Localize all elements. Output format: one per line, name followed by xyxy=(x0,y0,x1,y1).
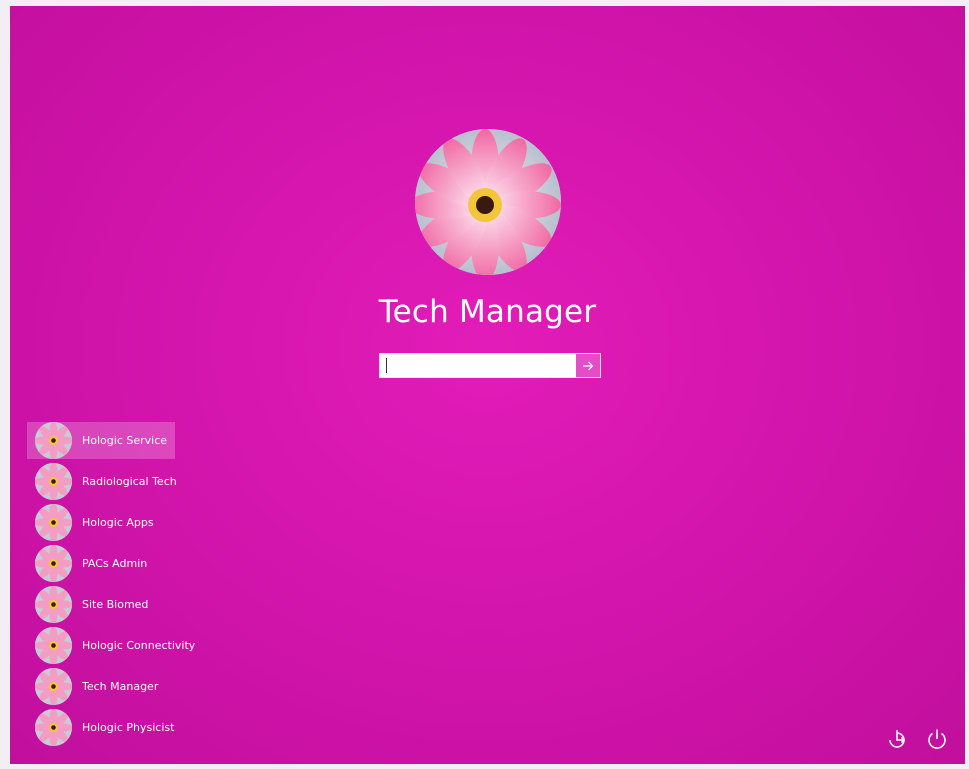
user-label: Hologic Physicist xyxy=(82,721,175,734)
text-caret xyxy=(386,358,387,373)
user-label: Site Biomed xyxy=(82,598,149,611)
flower-avatar-icon xyxy=(35,422,72,459)
system-controls xyxy=(886,728,948,750)
user-item-hologic-connectivity[interactable]: Hologic Connectivity xyxy=(27,627,217,664)
power-icon[interactable] xyxy=(926,728,948,750)
user-label: Hologic Connectivity xyxy=(82,639,196,652)
user-item-hologic-service[interactable]: Hologic Service xyxy=(27,422,175,459)
flower-avatar-icon xyxy=(35,709,72,746)
user-label: Hologic Apps xyxy=(82,516,154,529)
user-item-hologic-apps[interactable]: Hologic Apps xyxy=(27,504,175,541)
user-item-site-biomed[interactable]: Site Biomed xyxy=(27,586,175,623)
user-label: Tech Manager xyxy=(82,680,159,693)
flower-avatar-icon xyxy=(35,504,72,541)
submit-button[interactable] xyxy=(576,354,600,377)
flower-avatar-icon xyxy=(35,627,72,664)
password-input[interactable] xyxy=(380,354,576,377)
user-list: Hologic Service Radiological Tech Hologi… xyxy=(27,422,227,750)
user-avatar-flower-icon xyxy=(415,129,561,275)
flower-avatar-icon xyxy=(35,586,72,623)
user-item-tech-manager[interactable]: Tech Manager xyxy=(27,668,175,705)
user-label: Hologic Service xyxy=(82,434,168,447)
flower-avatar-icon xyxy=(35,463,72,500)
flower-avatar-icon xyxy=(35,668,72,705)
selected-user-name: Tech Manager xyxy=(378,294,597,330)
ease-of-access-icon[interactable] xyxy=(886,728,908,750)
lock-screen: Tech Manager Hologic Service Radiologica… xyxy=(10,6,965,764)
user-label: PACs Admin xyxy=(82,557,148,570)
user-item-pacs-admin[interactable]: PACs Admin xyxy=(27,545,175,582)
password-box xyxy=(379,353,601,378)
arrow-right-icon xyxy=(583,361,594,370)
user-label: Radiological Tech xyxy=(82,475,177,488)
user-item-hologic-physicist[interactable]: Hologic Physicist xyxy=(27,709,175,746)
user-item-radiological-tech[interactable]: Radiological Tech xyxy=(27,463,177,500)
flower-avatar-icon xyxy=(35,545,72,582)
